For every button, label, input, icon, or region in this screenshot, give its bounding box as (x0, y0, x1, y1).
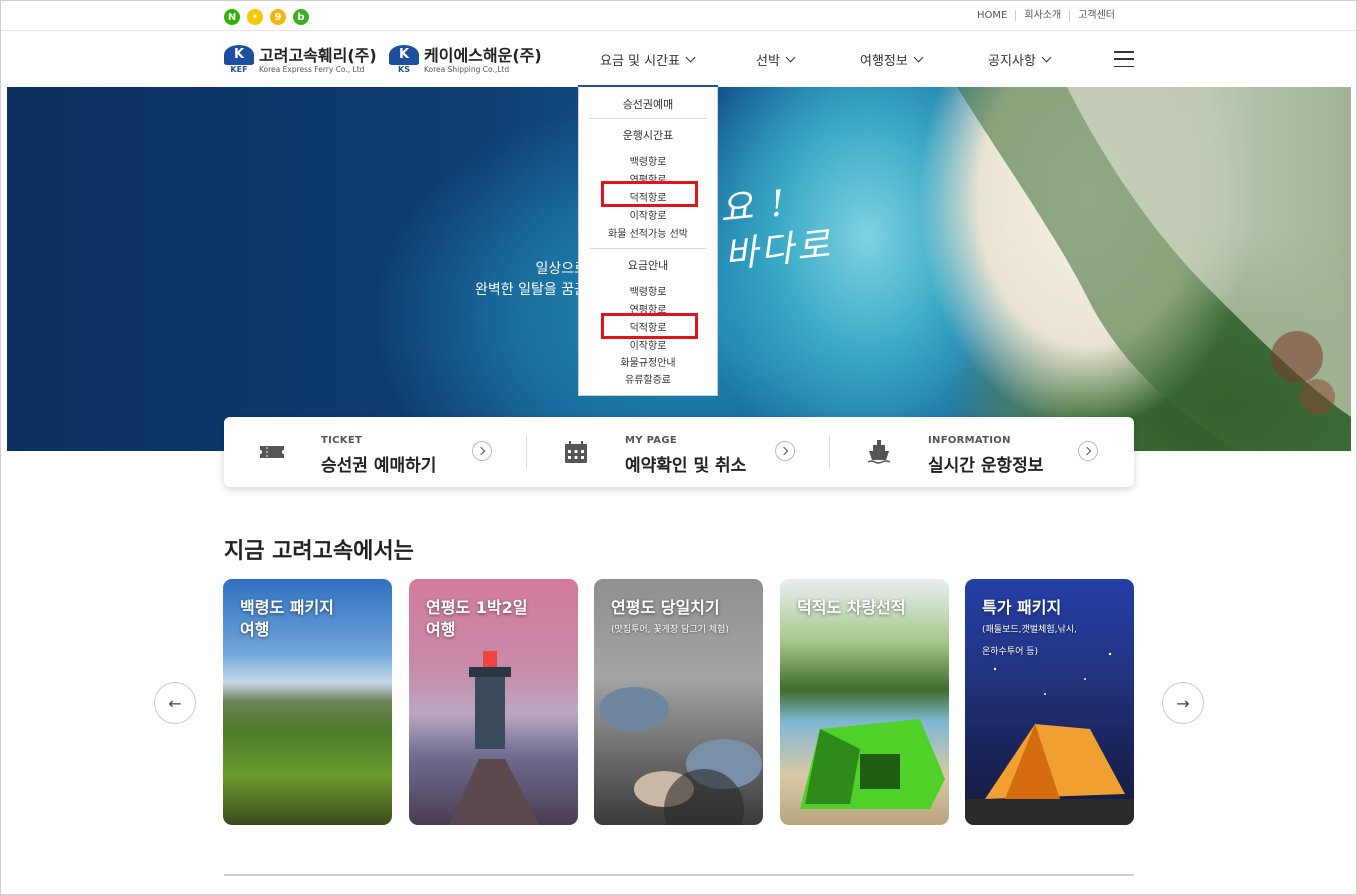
browser-viewport: N • 9 b HOME 회사소개 고객센터 K KEF 고려고속훼리(주) K… (0, 0, 1357, 895)
hero-copy: 일상으로 완벽한 일탈을 꿈꾼 (467, 259, 587, 301)
card-subtitle: (패들보드,갯벌체험,낚시, 온하수투어 등) (982, 625, 1077, 657)
quick-ticket[interactable]: TICKET 승선권 예매하기 (224, 417, 527, 487)
kakaostory-icon[interactable]: 9 (270, 9, 286, 25)
calendar-icon (565, 441, 587, 463)
customer-center-link[interactable]: 고객센터 (1069, 10, 1123, 21)
quick-label-small: INFORMATION (928, 435, 1011, 446)
nav-label: 여행정보 (860, 54, 908, 69)
chevron-down-icon (785, 52, 796, 63)
quick-label-big: 승선권 예매하기 (321, 456, 437, 476)
quick-information[interactable]: INFORMATION 실시간 운항정보 (830, 417, 1133, 487)
footer-divider (224, 874, 1134, 876)
ks-logo[interactable]: K KS 케이에스해운(주) Korea Shipping Co.,Ltd (389, 45, 542, 75)
home-link[interactable]: HOME (969, 10, 1015, 21)
card-title: 백령도 패키지 여행 (240, 598, 334, 639)
card-special-package[interactable]: 특가 패키지 (패들보드,갯벌체험,낚시, 온하수투어 등) (965, 579, 1134, 825)
card-title: 덕적도 차량선적 (797, 598, 906, 617)
highlight-box-schedule (601, 181, 698, 207)
dd-schedule-ijak[interactable]: 이작항로 (579, 207, 717, 222)
dd-schedule-title[interactable]: 운행시간표 (579, 127, 717, 143)
hero-line-2: 완벽한 일탈을 꿈꾼 (475, 282, 587, 298)
quick-label-big: 예약확인 및 취소 (625, 456, 747, 476)
dd-fare-title[interactable]: 요금안내 (579, 257, 717, 273)
menu-icon[interactable] (1114, 51, 1134, 67)
chevron-down-icon (1041, 52, 1052, 63)
dd-divider (589, 248, 707, 249)
quick-label-small: MY PAGE (625, 435, 677, 446)
nav-label: 공지사항 (988, 54, 1036, 69)
chevron-right-icon[interactable] (1078, 441, 1098, 461)
kef-name-ko: 고려고속훼리(주) (259, 45, 377, 65)
kef-name-en: Korea Express Ferry Co., Ltd (259, 64, 365, 74)
kakao-icon[interactable]: • (247, 9, 263, 25)
highlight-box-fare (601, 313, 698, 339)
card-yeonpyeong-overnight[interactable]: 연평도 1박2일 여행 (409, 579, 578, 825)
section-title: 지금 고려고속에서는 (224, 539, 414, 564)
dd-cargo-ships[interactable]: 화물 선적가능 선박 (579, 225, 717, 240)
fares-schedule-dropdown: 승선권예매 운행시간표 백령항로 연평항로 덕적항로 이작항로 화물 선적가능 … (578, 87, 718, 396)
top-utility-bar: N • 9 b HOME 회사소개 고객센터 (1, 1, 1356, 31)
company-link[interactable]: 회사소개 (1015, 10, 1069, 21)
ks-name-ko: 케이에스해운(주) (424, 45, 542, 65)
quick-links-bar: TICKET 승선권 예매하기 MY PAGE 예약확인 및 취소 INFORM… (224, 417, 1134, 487)
nav-fares-schedule[interactable]: 요금 및 시간표 (600, 50, 696, 69)
dd-divider (589, 118, 707, 119)
carousel-prev-button[interactable]: ← (154, 682, 196, 724)
quick-mypage[interactable]: MY PAGE 예약확인 및 취소 (527, 417, 830, 487)
dd-cargo-rules[interactable]: 화물규정안내 (579, 354, 717, 369)
card-title: 특가 패키지 (982, 598, 1062, 617)
quick-label-big: 실시간 운항정보 (928, 456, 1044, 476)
nav-label: 요금 및 시간표 (600, 54, 681, 69)
chevron-down-icon (685, 52, 696, 63)
card-yeonpyeong-daytrip[interactable]: 연평도 당일치기 (맛집투어, 꽃게장 담그기 체험) (594, 579, 763, 825)
naver-icon[interactable]: N (224, 9, 240, 25)
card-subtitle: (맛집투어, 꽃게장 담그기 체험) (611, 625, 729, 635)
dd-fare-baengnyeong[interactable]: 백령항로 (579, 283, 717, 298)
dd-schedule-baengnyeong[interactable]: 백령항로 (579, 153, 717, 168)
nav-notices[interactable]: 공지사항 (988, 50, 1052, 69)
card-deokjeok-vehicle[interactable]: 덕적도 차량선적 (780, 579, 949, 825)
arrow-right-icon: → (1176, 693, 1190, 713)
card-title: 연평도 당일치기 (611, 598, 720, 617)
main-header: K KEF 고려고속훼리(주) Korea Express Ferry Co.,… (1, 31, 1356, 87)
ticket-icon (260, 446, 284, 458)
dd-fuel-surcharge[interactable]: 유류할증료 (579, 371, 717, 386)
card-baengnyeong-package[interactable]: 백령도 패키지 여행 (223, 579, 392, 825)
ks-logo-icon: K KS (389, 45, 419, 75)
chevron-down-icon (913, 52, 924, 63)
utility-links: HOME 회사소개 고객센터 (969, 10, 1123, 21)
kef-logo[interactable]: K KEF 고려고속훼리(주) Korea Express Ferry Co.,… (224, 45, 377, 75)
quick-label-small: TICKET (321, 435, 363, 446)
kef-logo-icon: K KEF (224, 45, 254, 75)
ks-name-en: Korea Shipping Co.,Ltd (424, 64, 510, 74)
carousel-next-button[interactable]: → (1162, 682, 1204, 724)
dd-ticket[interactable]: 승선권예매 (579, 96, 717, 112)
hero-script-text: 요 ! 바다로 (717, 177, 835, 280)
chevron-right-icon[interactable] (775, 441, 795, 461)
dd-fare-ijak[interactable]: 이작항로 (579, 337, 717, 352)
blog-icon[interactable]: b (293, 9, 309, 25)
chevron-right-icon[interactable] (472, 441, 492, 461)
arrow-left-icon: ← (168, 693, 182, 713)
card-title: 연평도 1박2일 여행 (426, 598, 528, 639)
nav-label: 선박 (756, 54, 780, 69)
nav-ships[interactable]: 선박 (756, 50, 796, 69)
hero-line-1: 일상으로 (535, 261, 587, 277)
sns-links: N • 9 b (224, 9, 309, 25)
nav-travel-info[interactable]: 여행정보 (860, 50, 924, 69)
ship-icon (867, 440, 891, 464)
